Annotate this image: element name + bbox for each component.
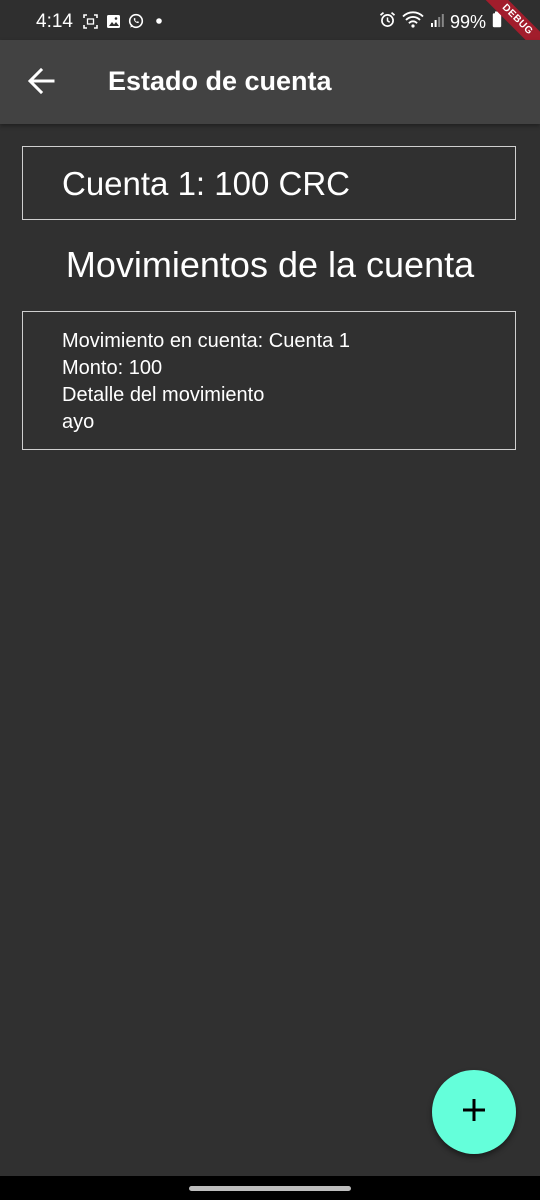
status-left-icons (82, 13, 167, 29)
movement-details: Movimiento en cuenta: Cuenta 1 Monto: 10… (62, 328, 350, 436)
plus-icon (461, 1097, 487, 1128)
image-icon (105, 13, 121, 29)
status-right-icons: 99% (379, 11, 502, 33)
navigation-bar (0, 1176, 540, 1200)
whatsapp-icon (128, 13, 144, 29)
dot-icon (151, 13, 167, 29)
list-item: Movimiento en cuenta: Cuenta 1 Monto: 10… (22, 311, 516, 450)
movement-detail: ayo (62, 411, 95, 433)
signal-icon (430, 12, 444, 32)
home-indicator[interactable] (189, 1186, 351, 1191)
account-summary: Cuenta 1: 100 CRC (62, 165, 350, 202)
add-movement-button[interactable] (432, 1070, 516, 1154)
status-bar: 4:14 99% (0, 0, 540, 40)
screenshot-icon (82, 13, 98, 29)
arrow-back-icon (27, 67, 55, 100)
movement-detail-label: Detalle del movimiento (62, 384, 265, 406)
account-summary-card: Cuenta 1: 100 CRC (22, 146, 516, 220)
movements-heading: Movimientos de la cuenta (65, 244, 475, 285)
alarm-icon (379, 11, 396, 33)
wifi-icon (402, 11, 424, 33)
page-title: Estado de cuenta (108, 66, 332, 96)
movement-account: Movimiento en cuenta: Cuenta 1 (62, 330, 350, 352)
status-time: 4:14 (36, 11, 73, 32)
back-button[interactable] (18, 60, 64, 106)
movement-amount: Monto: 100 (62, 357, 163, 379)
app-bar: Estado de cuenta (0, 40, 540, 124)
battery-percentage: 99% (449, 11, 486, 32)
